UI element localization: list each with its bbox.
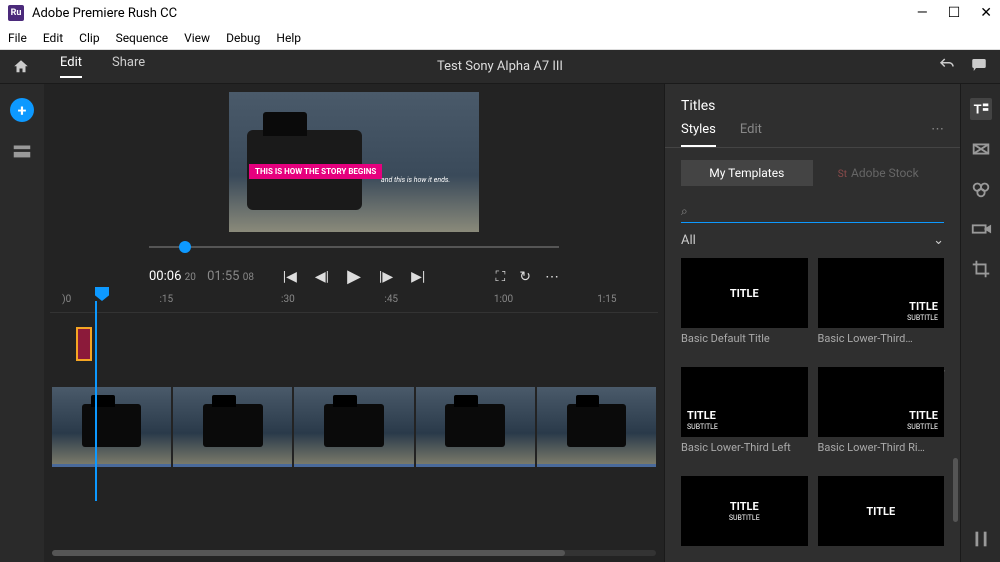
menu-help[interactable]: Help	[276, 31, 301, 45]
template-card[interactable]: TITLESUBTITLE	[681, 476, 808, 562]
crop-tool-icon[interactable]	[970, 258, 992, 280]
undo-icon[interactable]	[938, 56, 956, 78]
video-clip[interactable]	[416, 387, 535, 467]
menubar: File Edit Clip Sequence View Debug Help	[0, 26, 1000, 50]
comment-icon[interactable]	[970, 56, 988, 78]
go-to-start-icon[interactable]: |◀	[283, 269, 297, 285]
menu-edit[interactable]: Edit	[43, 31, 63, 45]
more-options-icon[interactable]: ⋯	[545, 269, 559, 285]
template-thumb[interactable]: TITLESUBTITLE	[681, 367, 808, 437]
audio-levels-icon[interactable]	[970, 528, 992, 550]
panel-title: Titles	[665, 84, 960, 122]
template-thumb[interactable]: TITLE	[681, 258, 808, 328]
timeline-area: ≡ )0:15:30:451:001:15 ✂	[44, 287, 664, 562]
video-clip[interactable]	[52, 387, 171, 467]
video-track	[52, 387, 656, 467]
search-input[interactable]	[688, 202, 944, 220]
template-card[interactable]: TITLESUBTITLE Basic Lower-Third Ri…	[818, 367, 945, 470]
ruler-tick: 1:00	[494, 294, 513, 305]
project-panel-icon[interactable]	[11, 140, 33, 162]
template-label: Basic Lower-Third Ri…	[818, 441, 945, 454]
template-card[interactable]: TITLESUBTITLE Basic Lower-Third Left	[681, 367, 808, 470]
template-thumb[interactable]: TITLESUBTITLE	[681, 476, 808, 546]
preview-area: THIS IS HOW THE STORY BEGINS and this is…	[44, 84, 664, 287]
right-toolbar: T	[960, 84, 1000, 562]
title-clip[interactable]	[76, 327, 92, 361]
top-nav: Edit Share Test Sony Alpha A7 III	[0, 50, 1000, 84]
step-back-icon[interactable]: ◀|	[315, 269, 329, 285]
close-button[interactable]: ✕	[980, 5, 992, 21]
menu-view[interactable]: View	[184, 31, 210, 45]
menu-sequence[interactable]: Sequence	[116, 31, 169, 45]
template-card[interactable]: TITLE Basic Default Title	[681, 258, 808, 361]
panel-tab-edit[interactable]: Edit	[740, 122, 762, 147]
video-preview[interactable]: THIS IS HOW THE STORY BEGINS and this is…	[229, 92, 479, 232]
play-icon[interactable]: ▶	[347, 266, 361, 287]
video-clip[interactable]	[537, 387, 656, 467]
maximize-button[interactable]: ☐	[948, 5, 961, 21]
svg-text:T: T	[973, 103, 981, 118]
panel-more-icon[interactable]: ⋯	[931, 122, 944, 147]
template-label: Basic Lower-Third Left	[681, 441, 808, 454]
template-thumb[interactable]: TITLESUBTITLE	[818, 258, 945, 328]
adobe-stock-toggle[interactable]: StAdobe Stock	[813, 160, 945, 186]
template-label: Basic Lower-Third…	[818, 332, 945, 345]
loop-icon[interactable]: ↻	[519, 269, 531, 285]
step-forward-icon[interactable]: |▶	[379, 269, 393, 285]
scrubber[interactable]	[149, 238, 559, 262]
template-label: Basic Default Title	[681, 332, 808, 345]
ruler-tick: 1:15	[597, 294, 616, 305]
minimize-button[interactable]: —	[917, 5, 928, 21]
scrubber-handle[interactable]	[179, 241, 191, 253]
tab-share[interactable]: Share	[112, 55, 145, 78]
transitions-tool-icon[interactable]	[970, 138, 992, 160]
timeline-ruler[interactable]: )0 :15 :30 :45 1:00 1:15	[50, 287, 658, 313]
speed-tool-icon[interactable]	[970, 218, 992, 240]
filter-dropdown[interactable]: All ⌄	[681, 233, 944, 248]
panel-scrollbar[interactable]	[953, 458, 958, 522]
search-icon: ⌕	[681, 204, 688, 219]
center-area: THIS IS HOW THE STORY BEGINS and this is…	[44, 84, 664, 562]
template-card[interactable]: TITLESUBTITLE Basic Lower-Third… ★	[818, 258, 945, 361]
home-icon[interactable]	[12, 58, 30, 76]
ruler-tick: :45	[384, 294, 398, 305]
tab-edit[interactable]: Edit	[60, 55, 82, 78]
playhead[interactable]	[95, 287, 109, 301]
ruler-tick: )0	[62, 294, 71, 305]
chevron-down-icon: ⌄	[933, 233, 944, 248]
ruler-tick: :30	[281, 294, 295, 305]
timeline-scrollbar[interactable]	[52, 550, 656, 556]
menu-debug[interactable]: Debug	[226, 31, 260, 45]
fullscreen-icon[interactable]: ⛶	[495, 269, 505, 285]
template-card[interactable]: TITLE	[818, 476, 945, 562]
project-title: Test Sony Alpha A7 III	[437, 59, 563, 74]
time-display: 00:06 20 01:55 08	[149, 269, 254, 284]
scrubber-track	[149, 246, 559, 248]
go-to-end-icon[interactable]: ▶|	[411, 269, 425, 285]
template-thumb[interactable]: TITLE	[818, 476, 945, 546]
title-overlay: THIS IS HOW THE STORY BEGINS	[249, 164, 382, 179]
playback-controls: 00:06 20 01:55 08 |◀ ◀| ▶ |▶ ▶| ⛶ ↻ ⋯	[149, 266, 559, 287]
left-sidebar: +	[0, 84, 44, 562]
template-thumb[interactable]: TITLESUBTITLE	[818, 367, 945, 437]
titles-panel: Titles Styles Edit ⋯ My Templates StAdob…	[664, 84, 960, 562]
my-templates-toggle[interactable]: My Templates	[681, 160, 813, 186]
titles-tool-icon[interactable]: T	[970, 98, 992, 120]
menu-file[interactable]: File	[8, 31, 27, 45]
subtitle-overlay: and this is how it ends.	[381, 176, 450, 184]
color-tool-icon[interactable]	[970, 178, 992, 200]
menu-clip[interactable]: Clip	[79, 31, 99, 45]
video-clip[interactable]	[173, 387, 292, 467]
ruler-tick: :15	[159, 294, 173, 305]
templates-grid: TITLE Basic Default Title TITLESUBTITLE …	[665, 258, 960, 562]
app-logo: Ru	[8, 5, 24, 21]
playhead-line	[95, 301, 97, 501]
video-clip[interactable]	[294, 387, 413, 467]
panel-tab-styles[interactable]: Styles	[681, 122, 716, 147]
app-name: Adobe Premiere Rush CC	[32, 6, 177, 21]
titlebar: Ru Adobe Premiere Rush CC — ☐ ✕	[0, 0, 1000, 26]
add-media-button[interactable]: +	[10, 98, 34, 122]
